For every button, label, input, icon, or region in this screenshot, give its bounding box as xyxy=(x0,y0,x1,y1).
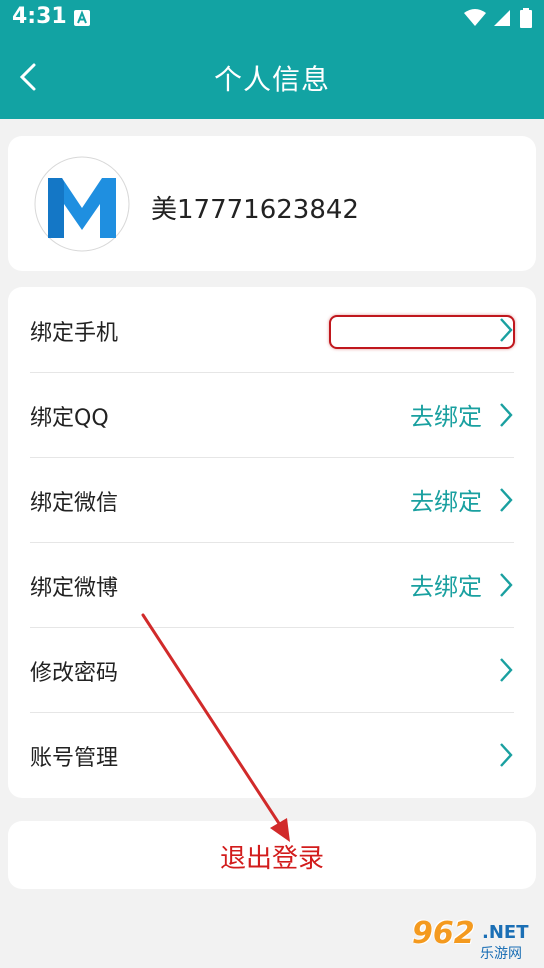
menu-item-bind-phone[interactable]: 绑定手机 xyxy=(30,287,515,373)
chevron-right-icon xyxy=(500,658,513,682)
chevron-right-icon xyxy=(500,488,513,512)
menu-item-account-management[interactable]: 账号管理 xyxy=(30,712,514,797)
menu-item-label: 绑定手机 xyxy=(30,321,119,346)
profile-card[interactable]: 美17771623842 xyxy=(8,136,536,271)
menu-item-label: 绑定微博 xyxy=(30,576,119,601)
chevron-right-icon xyxy=(500,573,513,597)
chevron-right-icon xyxy=(500,318,513,342)
phone-redaction-box xyxy=(329,315,515,349)
bind-action-text: 去绑定 xyxy=(410,573,482,601)
chevron-right-icon xyxy=(500,403,513,427)
page-title: 个人信息 xyxy=(213,63,330,96)
wifi-icon xyxy=(464,9,486,26)
logout-button[interactable]: 退出登录 xyxy=(8,821,536,889)
menu-item-change-password[interactable]: 修改密码 xyxy=(30,627,514,713)
chevron-right-icon xyxy=(500,743,513,767)
watermark-logo: 962 .NET 乐游网 xyxy=(404,916,540,966)
account-menu: 绑定手机 绑定QQ 去绑定 绑定微信 去绑定 绑定微博 去绑定 修改密码 账号管… xyxy=(8,287,536,798)
watermark-number: 962 xyxy=(412,916,475,951)
logout-label: 退出登录 xyxy=(219,844,324,874)
watermark-domain: .NET xyxy=(482,922,529,943)
bind-action-text: 去绑定 xyxy=(410,403,482,431)
menu-item-bind-qq[interactable]: 绑定QQ 去绑定 xyxy=(30,372,514,458)
bind-action-text: 去绑定 xyxy=(410,488,482,516)
app-header: 个人信息 xyxy=(0,36,544,119)
menu-item-bind-weibo[interactable]: 绑定微博 去绑定 xyxy=(30,542,514,628)
menu-item-label: 账号管理 xyxy=(30,746,119,771)
menu-item-bind-wechat[interactable]: 绑定微信 去绑定 xyxy=(30,457,514,543)
signal-icon xyxy=(494,10,510,26)
menu-item-label: 绑定微信 xyxy=(30,491,119,516)
menu-item-label: 修改密码 xyxy=(30,661,119,686)
menu-item-label: 绑定QQ xyxy=(30,406,109,431)
battery-icon xyxy=(520,8,532,28)
status-time: 4:31 xyxy=(12,4,67,29)
app-logo-icon xyxy=(34,156,130,252)
accessibility-a-icon xyxy=(74,10,90,26)
avatar[interactable] xyxy=(34,156,130,252)
username: 美17771623842 xyxy=(151,195,359,225)
status-bar: 4:31 xyxy=(0,0,544,36)
watermark-sub: 乐游网 xyxy=(480,946,522,962)
